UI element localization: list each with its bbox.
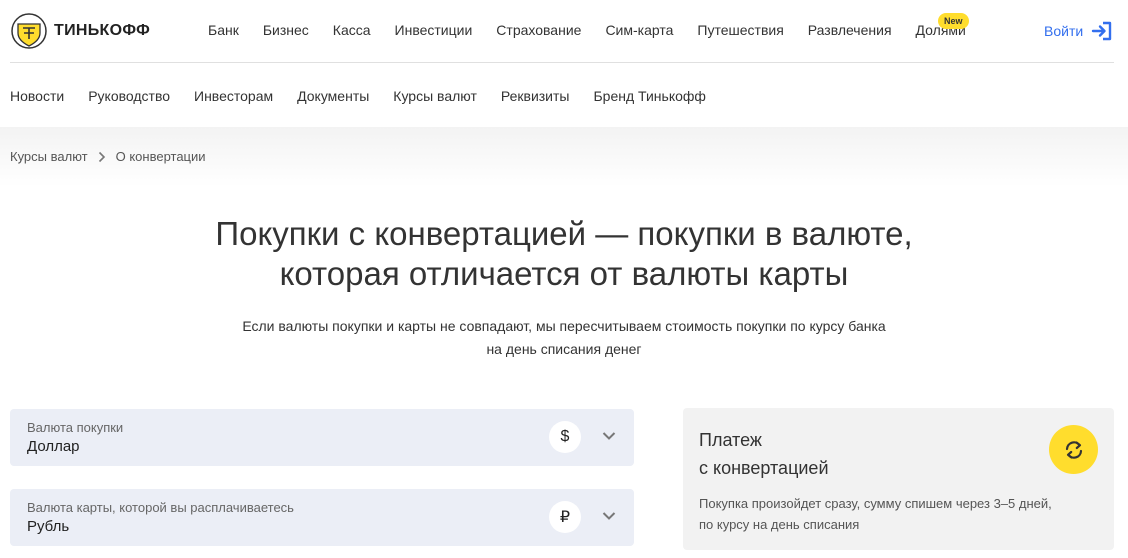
info-card-text-line-2: по курсу на день списания bbox=[699, 517, 860, 532]
purchase-currency-label: Валюта покупки bbox=[27, 420, 124, 435]
chevron-down-icon bbox=[602, 432, 616, 440]
login-button[interactable]: Войти bbox=[1044, 20, 1113, 42]
chevron-right-icon bbox=[98, 151, 105, 162]
main-nav: Банк Бизнес Касса Инвестиции Страхование… bbox=[208, 22, 966, 38]
sub-nav: Новости Руководство Инвесторам Документы… bbox=[10, 88, 706, 104]
info-card-title: Платеж с конвертацией bbox=[699, 426, 899, 482]
info-card-title-line-1: Платеж bbox=[699, 430, 762, 450]
sub-nav-item-investors[interactable]: Инвесторам bbox=[194, 88, 273, 104]
page-subtitle-line-2: на день списания денег bbox=[486, 341, 642, 357]
top-navigation: ТИНЬКОФФ Банк Бизнес Касса Инвестиции Ст… bbox=[0, 0, 1128, 62]
sub-nav-item-news[interactable]: Новости bbox=[10, 88, 64, 104]
purchase-currency-value: Доллар bbox=[27, 438, 80, 455]
nav-item-insurance[interactable]: Страхование bbox=[496, 22, 581, 38]
page-title-line-1: Покупки с конвертацией — покупки в валют… bbox=[215, 215, 913, 252]
nav-divider bbox=[10, 62, 1114, 63]
brand-emblem-icon bbox=[11, 13, 47, 49]
breadcrumb-item-conversion: О конвертации bbox=[115, 149, 206, 164]
dollar-icon: $ bbox=[549, 421, 581, 453]
conversion-info-card: Платеж с конвертацией Покупка произойдет… bbox=[683, 408, 1114, 550]
card-currency-value: Рубль bbox=[27, 518, 70, 535]
sub-nav-item-exchange-rates[interactable]: Курсы валют bbox=[393, 88, 477, 104]
sub-nav-item-requisites[interactable]: Реквизиты bbox=[501, 88, 570, 104]
nav-item-investments[interactable]: Инвестиции bbox=[395, 22, 473, 38]
brand-name: ТИНЬКОФФ bbox=[54, 22, 151, 39]
purchase-currency-select[interactable]: Валюта покупки Доллар $ bbox=[10, 409, 634, 466]
nav-item-kassa[interactable]: Касса bbox=[333, 22, 371, 38]
chevron-down-icon bbox=[602, 512, 616, 520]
nav-item-entertainment[interactable]: Развлечения bbox=[808, 22, 892, 38]
page-title-line-2: которая отличается от валюты карты bbox=[279, 255, 849, 292]
info-card-text-line-1: Покупка произойдет сразу, сумму спишем ч… bbox=[699, 496, 1052, 511]
ruble-icon: ₽ bbox=[549, 501, 581, 533]
page-title: Покупки с конвертацией — покупки в валют… bbox=[0, 214, 1128, 294]
nav-item-sim-card[interactable]: Сим-карта bbox=[605, 22, 673, 38]
nav-item-business[interactable]: Бизнес bbox=[263, 22, 309, 38]
breadcrumb-item-exchange-rates[interactable]: Курсы валют bbox=[10, 149, 88, 164]
nav-item-bank[interactable]: Банк bbox=[208, 22, 239, 38]
breadcrumb: Курсы валют О конвертации bbox=[10, 149, 206, 164]
info-card-text: Покупка произойдет сразу, сумму спишем ч… bbox=[699, 493, 1079, 535]
brand-logo[interactable]: ТИНЬКОФФ bbox=[10, 12, 150, 50]
conversion-swap-icon-circle bbox=[1049, 425, 1098, 474]
page-subtitle: Если валюты покупки и карты не совпадают… bbox=[200, 315, 928, 361]
sub-nav-item-management[interactable]: Руководство bbox=[88, 88, 170, 104]
sub-nav-item-brand[interactable]: Бренд Тинькофф bbox=[593, 88, 705, 104]
refresh-icon bbox=[1065, 440, 1082, 459]
login-label: Войти bbox=[1044, 23, 1084, 39]
new-badge: New bbox=[938, 13, 969, 29]
card-currency-label: Валюта карты, которой вы расплачиваетесь bbox=[27, 500, 294, 515]
nav-item-travel[interactable]: Путешествия bbox=[697, 22, 783, 38]
page-subtitle-line-1: Если валюты покупки и карты не совпадают… bbox=[242, 318, 886, 334]
login-icon bbox=[1091, 21, 1112, 41]
card-currency-select[interactable]: Валюта карты, которой вы расплачиваетесь… bbox=[10, 489, 634, 546]
info-card-title-line-2: с конвертацией bbox=[699, 458, 829, 478]
sub-nav-item-documents[interactable]: Документы bbox=[297, 88, 369, 104]
